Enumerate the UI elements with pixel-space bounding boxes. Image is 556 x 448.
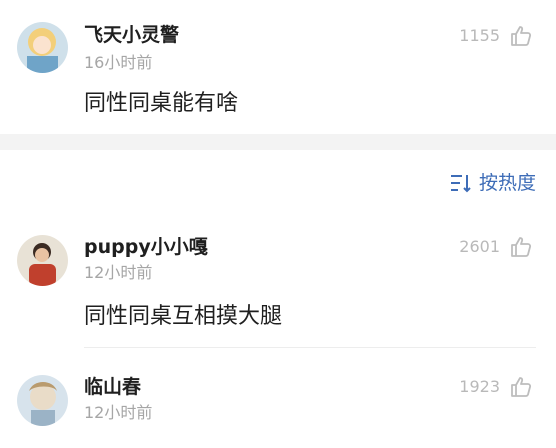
username[interactable]: 临山春 [84,376,141,398]
avatar[interactable] [17,22,68,73]
comment-card: puppy小小嘎 12小时前 2601 同性同桌互相摸大腿 [0,225,556,345]
avatar[interactable] [17,235,68,286]
like-thumb-icon[interactable] [509,235,533,259]
sort-label: 按热度 [478,172,536,194]
like-thumb-icon[interactable] [509,375,533,399]
comment-card: 飞天小灵警 16小时前 1155 同性同桌能有啥 [0,0,556,134]
comment-text: 同性同桌互相摸大腿 [84,304,283,329]
username[interactable]: puppy小小嘎 [84,236,208,258]
sort-button[interactable]: 按热度 [449,170,536,196]
comment-text: 同性同桌能有啥 [84,91,239,116]
avatar[interactable] [17,375,68,426]
section-separator [0,134,556,150]
like-thumb-icon[interactable] [509,24,533,48]
comment-card: 临山春 12小时前 1923 [0,365,556,448]
like-count: 2601 [459,237,500,256]
sort-icon [450,175,471,193]
like-count: 1155 [459,26,500,45]
timestamp: 16小时前 [84,53,153,72]
divider [84,347,536,348]
username[interactable]: 飞天小灵警 [84,24,179,46]
timestamp: 12小时前 [84,403,153,422]
like-count: 1923 [459,377,500,396]
timestamp: 12小时前 [84,263,153,282]
